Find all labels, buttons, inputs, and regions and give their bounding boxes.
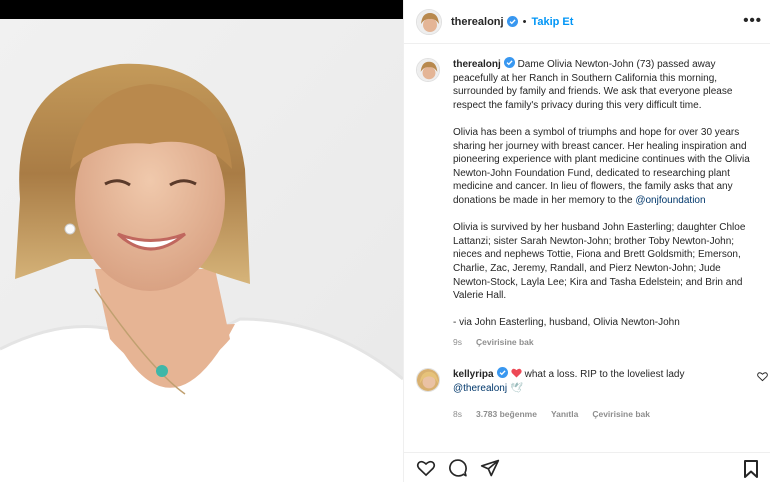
verified-icon — [506, 16, 518, 27]
reply-body: kellyripa what a loss. RIP to the lovelie… — [453, 367, 753, 421]
follow-button[interactable]: Takip Et — [531, 16, 573, 28]
caption-translate-link[interactable]: Çevirisine bak — [476, 336, 534, 350]
caption-para-3: Olivia is survived by her husband John E… — [453, 222, 746, 302]
reply-comment: kellyripa what a loss. RIP to the lovelie… — [404, 349, 770, 421]
separator-dot: • — [522, 15, 527, 28]
post-actions-bar — [404, 452, 770, 482]
red-heart-emoji-icon — [510, 369, 522, 379]
bookmark-icon[interactable] — [743, 460, 759, 478]
dove-emoji-icon: 🕊 — [509, 383, 523, 395]
reply-translate-link[interactable]: Çevirisine bak — [592, 408, 650, 422]
author-avatar[interactable] — [416, 8, 442, 35]
share-icon[interactable] — [480, 458, 500, 478]
reply-avatar[interactable] — [416, 368, 440, 393]
comment-icon[interactable] — [448, 458, 468, 478]
reply-text: what a loss. RIP to the loveliest lady — [524, 369, 685, 381]
comments-list[interactable]: therealonj Dame Olivia Newton-John (73) … — [404, 45, 770, 445]
post-photo[interactable] — [0, 19, 403, 482]
post-photo-panel — [0, 0, 403, 482]
verified-icon — [496, 367, 508, 379]
caption-para-2: Olivia has been a symbol of triumphs and… — [453, 126, 753, 208]
post-header: therealonj • Takip Et ••• — [404, 0, 770, 44]
more-icon[interactable]: ••• — [743, 13, 762, 28]
caption-body: therealonj Dame Olivia Newton-John (73) … — [453, 57, 753, 349]
heart-icon[interactable] — [416, 458, 436, 478]
post-sidebar: therealonj • Takip Et ••• therealonj Dam… — [403, 0, 770, 482]
reply-meta: 8s 3.783 beğenme Yanıtla Çevirisine bak — [453, 408, 753, 422]
caption-comment: therealonj Dame Olivia Newton-John (73) … — [404, 45, 770, 349]
caption-para-4: - via John Easterling, husband, Olivia N… — [453, 317, 680, 329]
reply-username[interactable]: kellyripa — [453, 369, 494, 380]
verified-icon — [503, 57, 515, 68]
caption-meta: 9s Çevirisine bak — [453, 336, 753, 350]
comment-like-heart-icon[interactable] — [757, 371, 768, 382]
reply-likes-count[interactable]: 3.783 beğenme — [476, 408, 537, 422]
foundation-mention-link[interactable]: @onjfoundation — [635, 195, 705, 206]
author-avatar[interactable] — [416, 58, 440, 82]
reply-mention-link[interactable]: @therealonj — [453, 383, 507, 394]
photo-top-bar — [0, 0, 403, 19]
reply-time: 8s — [453, 408, 462, 419]
caption-username[interactable]: therealonj — [453, 59, 501, 70]
caption-para-1: therealonj Dame Olivia Newton-John (73) … — [453, 57, 753, 112]
author-username[interactable]: therealonj — [451, 16, 504, 28]
caption-time: 9s — [453, 336, 462, 347]
reply-button[interactable]: Yanıtla — [551, 408, 578, 422]
